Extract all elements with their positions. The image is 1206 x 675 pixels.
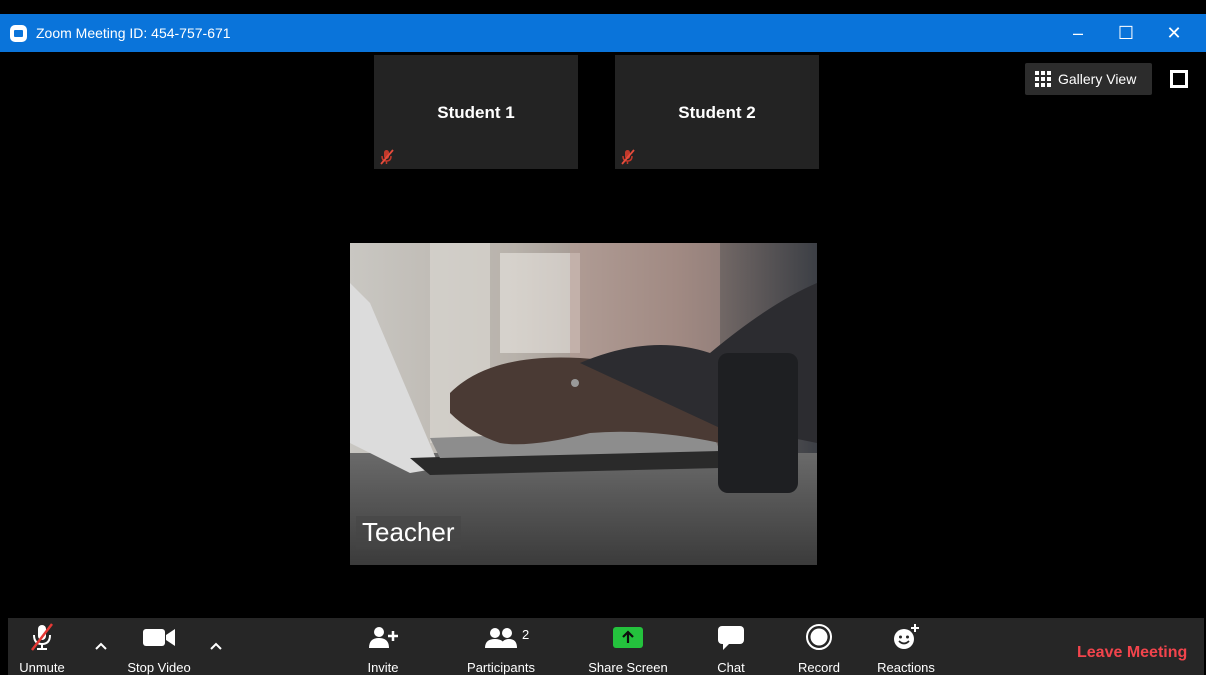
stop-video-label: Stop Video (127, 660, 191, 675)
maximize-button[interactable]: ☐ (1102, 14, 1150, 52)
unmute-button[interactable]: Unmute (8, 618, 76, 675)
participant-name: Student 1 (437, 103, 515, 122)
record-button[interactable]: Record (794, 618, 844, 675)
grid-icon (1035, 71, 1051, 87)
add-reaction-icon (894, 624, 919, 649)
window-title: Zoom Meeting ID: 454-757-671 (36, 25, 231, 41)
invite-button[interactable]: Invite (358, 618, 408, 675)
video-camera-icon (143, 629, 175, 646)
close-button[interactable]: ✕ (1150, 14, 1198, 52)
chat-button[interactable]: Chat (708, 618, 754, 675)
audio-options-chevron-up-icon[interactable] (93, 638, 109, 654)
title-bar: Zoom Meeting ID: 454-757-671 – ☐ ✕ (0, 14, 1206, 52)
zoom-app-icon (10, 24, 27, 42)
active-speaker-video[interactable]: Teacher (350, 243, 817, 565)
participants-label: Participants (467, 660, 535, 675)
stop-video-button[interactable]: Stop Video (116, 618, 202, 675)
chat-label: Chat (717, 660, 745, 675)
active-speaker-name: Teacher (356, 516, 461, 549)
record-icon (806, 624, 832, 650)
reactions-button[interactable]: Reactions (870, 618, 942, 675)
share-screen-label: Share Screen (588, 660, 668, 675)
gallery-view-button[interactable]: Gallery View (1025, 63, 1152, 95)
share-screen-icon (613, 627, 643, 648)
muted-mic-icon (380, 149, 394, 165)
share-screen-button[interactable]: Share Screen (580, 618, 676, 675)
participants-button[interactable]: Participants (456, 618, 546, 675)
participant-tile-student-2[interactable]: Student 2 (615, 55, 819, 169)
participants-icon (485, 628, 517, 648)
record-label: Record (798, 660, 840, 675)
meeting-toolbar: Unmute Stop Video Invite Participants 2 … (8, 618, 1204, 675)
chat-bubble-icon (718, 626, 744, 650)
muted-mic-icon (621, 149, 635, 165)
minimize-button[interactable]: – (1054, 14, 1102, 52)
reactions-label: Reactions (877, 660, 935, 675)
participants-count: 2 (522, 627, 530, 642)
video-options-chevron-up-icon[interactable] (208, 638, 224, 654)
leave-meeting-button[interactable]: Leave Meeting (1077, 644, 1187, 662)
participant-name: Student 2 (678, 103, 756, 122)
invite-label: Invite (367, 660, 399, 675)
gallery-view-label: Gallery View (1058, 71, 1137, 87)
participant-tile-student-1[interactable]: Student 1 (374, 55, 578, 169)
window-controls: – ☐ ✕ (1054, 14, 1198, 52)
fullscreen-icon[interactable] (1170, 70, 1188, 88)
unmute-label: Unmute (19, 660, 65, 675)
muted-microphone-icon (31, 623, 53, 651)
add-person-icon (369, 627, 398, 648)
